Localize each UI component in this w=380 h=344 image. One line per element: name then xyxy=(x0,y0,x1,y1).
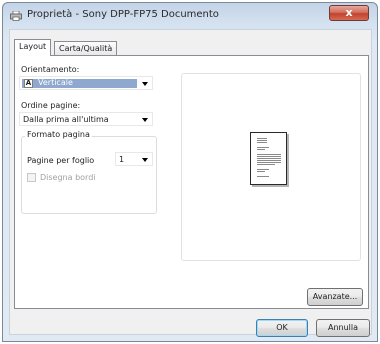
tab-layout[interactable]: Layout xyxy=(14,39,52,56)
close-button[interactable]: x xyxy=(329,5,369,21)
orientation-label: Orientamento: xyxy=(21,65,80,74)
tab-carta-qualita[interactable]: Carta/Qualità xyxy=(54,41,118,56)
orientation-dropdown[interactable]: A Verticale xyxy=(19,76,153,90)
dialog-client-area: Layout Carta/Qualità Orientamento: A Ver… xyxy=(9,29,372,337)
close-icon: x xyxy=(345,6,353,19)
title-bar[interactable]: Proprietà - Sony DPP-FP75 Documento x xyxy=(3,3,377,27)
advanced-button[interactable]: Avanzate... xyxy=(307,288,363,306)
layout-preview xyxy=(181,73,361,261)
page-format-group-title: Formato pagina xyxy=(25,130,92,139)
layout-tab-panel: Orientamento: A Verticale Ordine pagine:… xyxy=(14,55,369,309)
portrait-orientation-icon: A xyxy=(24,79,33,88)
orientation-value: Verticale xyxy=(38,78,73,87)
draw-borders-checkbox[interactable] xyxy=(27,173,36,182)
chevron-down-icon xyxy=(142,158,148,162)
chevron-down-icon xyxy=(142,82,148,86)
pages-per-sheet-dropdown[interactable]: 1 xyxy=(115,152,153,166)
page-preview-icon xyxy=(250,132,287,185)
page-order-dropdown[interactable]: Dalla prima all'ultima xyxy=(19,112,153,126)
dialog-window: Proprietà - Sony DPP-FP75 Documento x La… xyxy=(2,2,378,342)
printer-icon xyxy=(10,11,22,21)
page-order-value: Dalla prima all'ultima xyxy=(23,115,109,124)
cancel-button[interactable]: Annulla xyxy=(316,319,370,337)
ok-button[interactable]: OK xyxy=(256,319,308,337)
draw-borders-label: Disegna bordi xyxy=(40,173,96,182)
pages-per-sheet-label: Pagine per foglio xyxy=(27,156,95,165)
chevron-down-icon xyxy=(142,118,148,122)
pages-per-sheet-value: 1 xyxy=(119,155,125,164)
window-title: Proprietà - Sony DPP-FP75 Documento xyxy=(27,9,219,20)
page-order-label: Ordine pagine: xyxy=(21,101,81,110)
